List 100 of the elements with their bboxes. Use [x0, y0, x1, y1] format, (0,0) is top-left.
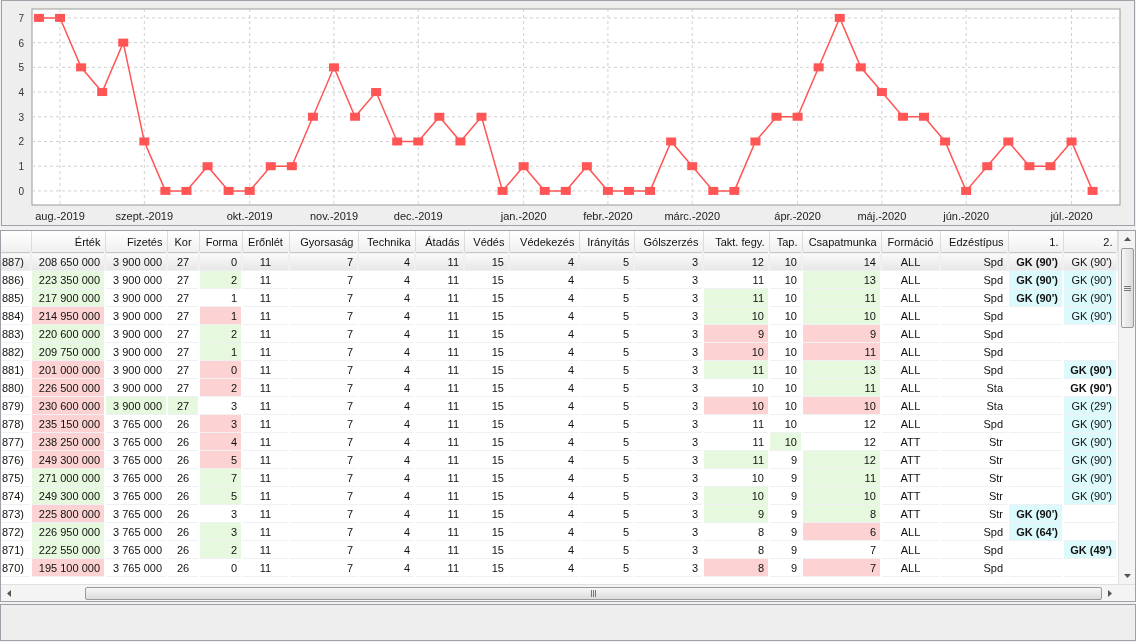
table-cell: 4: [509, 378, 579, 397]
table-cell: 5: [579, 522, 634, 541]
data-point: [329, 63, 339, 72]
table-row[interactable]: 877) 238 250 000 3 765 000 26 4 11 7 4 11 15 4 5 3 11 10 12 ATT Str GK (90'): [1, 432, 1117, 451]
column-header[interactable]: Forma: [199, 231, 242, 253]
table-row[interactable]: 879) 230 600 000 3 900 000 27 3 11 7 4 11 15 4 5 3 10 10 10 ALL Sta GK (29'): [1, 396, 1117, 415]
vertical-scrollbar[interactable]: [1118, 231, 1135, 584]
table-row[interactable]: 880) 226 500 000 3 900 000 27 2 11 7 4 11 15 4 5 3 10 10 11 ALL Sta GK (90'): [1, 378, 1117, 397]
table-cell: 8: [703, 522, 769, 541]
column-header[interactable]: Technika: [358, 231, 415, 253]
column-header[interactable]: [1, 231, 31, 253]
column-header[interactable]: Érték: [31, 231, 105, 253]
table-cell: 7: [289, 270, 358, 289]
table-cell: 7: [289, 414, 358, 433]
table-cell: 0: [199, 558, 242, 577]
table-cell: 4: [509, 468, 579, 487]
column-header[interactable]: 1.: [1008, 231, 1063, 253]
column-header[interactable]: Irányítás: [579, 231, 634, 253]
table-cell: 11: [415, 504, 464, 523]
scroll-thumb[interactable]: [1120, 248, 1134, 328]
table-row[interactable]: 871) 222 550 000 3 765 000 26 2 11 7 4 11 15 4 5 3 8 9 7 ALL Spd GK (49'): [1, 540, 1117, 559]
table-cell: ALL: [881, 270, 940, 289]
table-cell: 3 765 000: [105, 522, 167, 541]
table-cell: 9: [769, 540, 802, 559]
table-cell: 4: [358, 396, 415, 415]
table-row[interactable]: 873) 225 800 000 3 765 000 26 3 11 7 4 11 15 4 5 3 9 9 8 ATT Str GK (90'): [1, 504, 1117, 523]
table-cell: 15: [464, 540, 509, 559]
table-cell: 3 765 000: [105, 540, 167, 559]
column-header[interactable]: Tap.: [769, 231, 802, 253]
table-cell: 11: [242, 324, 289, 343]
table-cell: 3: [634, 378, 703, 397]
table-cell: 11: [415, 540, 464, 559]
scroll-thumb[interactable]: [85, 586, 1102, 600]
horizontal-scrollbar[interactable]: [1, 584, 1135, 601]
data-point: [792, 112, 803, 121]
data-point: [708, 186, 719, 195]
table-row[interactable]: 883) 220 600 000 3 900 000 27 2 11 7 4 11 15 4 5 3 9 10 9 ALL Spd: [1, 324, 1117, 343]
data-point: [244, 186, 255, 195]
axis-label: nov.-2019: [309, 210, 359, 222]
table-cell: 3 900 000: [105, 306, 167, 325]
table-cell: 5: [579, 270, 634, 289]
table-cell: 11: [415, 288, 464, 307]
column-header[interactable]: Fizetés: [105, 231, 167, 253]
table-cell: 5: [579, 288, 634, 307]
column-header[interactable]: Csapatmunka: [802, 231, 881, 253]
column-header[interactable]: Védekezés: [509, 231, 579, 253]
table-row[interactable]: 884) 214 950 000 3 900 000 27 1 11 7 4 11 15 4 5 3 10 10 10 ALL Spd GK (90'): [1, 306, 1117, 325]
table-cell: ALL: [881, 342, 940, 361]
table-cell: 7: [289, 432, 358, 451]
table-cell: 11: [415, 378, 464, 397]
table-cell: 15: [464, 468, 509, 487]
table-cell: ALL: [881, 558, 940, 577]
table-row[interactable]: 882) 209 750 000 3 900 000 27 1 11 7 4 11 15 4 5 3 10 10 11 ALL Spd: [1, 342, 1117, 361]
table-cell: 15: [464, 504, 509, 523]
table-cell: 5: [579, 504, 634, 523]
table-cell: Str: [940, 486, 1008, 505]
table-row[interactable]: 875) 271 000 000 3 765 000 26 7 11 7 4 11 15 4 5 3 10 9 11 ATT Str GK (90'): [1, 468, 1117, 487]
table-cell: 4: [509, 486, 579, 505]
data-point: [813, 63, 824, 72]
table-cell: 4: [509, 270, 579, 289]
table-cell: 4: [358, 522, 415, 541]
table-cell: ATT: [881, 468, 940, 487]
table-cell: 15: [464, 432, 509, 451]
table-row[interactable]: 886) 223 350 000 3 900 000 27 2 11 7 4 11 15 4 5 3 11 10 13 ALL Spd GK (90') GK (90'): [1, 270, 1117, 289]
column-header[interactable]: Kor: [167, 231, 199, 253]
column-header[interactable]: Takt. fegy.: [703, 231, 769, 253]
table-row[interactable]: 885) 217 900 000 3 900 000 27 1 11 7 4 11 15 4 5 3 11 10 11 ALL Spd GK (90') GK (90'): [1, 288, 1117, 307]
table-cell: [1008, 378, 1063, 397]
column-header[interactable]: 2.: [1063, 231, 1117, 253]
table-cell: 4: [509, 432, 579, 451]
table-cell: 27: [167, 288, 199, 307]
table-row[interactable]: 872) 226 950 000 3 765 000 26 3 11 7 4 11 15 4 5 3 8 9 6 ALL Spd GK (64'): [1, 522, 1117, 541]
column-header[interactable]: Gyorsaság: [289, 231, 358, 253]
table-cell: 4: [358, 450, 415, 469]
column-header[interactable]: Edzéstípus: [940, 231, 1008, 253]
axis-label: márc.-2020: [664, 210, 721, 222]
column-header[interactable]: Védés: [464, 231, 509, 253]
data-point: [750, 137, 761, 146]
table-row[interactable]: 887) 208 650 000 3 900 000 27 0 11 7 4 11 15 4 5 3 12 10 14 ALL Spd GK (90') GK (90'): [1, 252, 1117, 271]
axis-label: 4: [18, 87, 24, 99]
table-row[interactable]: 874) 249 300 000 3 765 000 26 5 11 7 4 11 15 4 5 3 10 9 10 ATT Str GK (90'): [1, 486, 1117, 505]
table-cell: 4: [358, 432, 415, 451]
table-cell: Spd: [940, 324, 1008, 343]
column-header[interactable]: Formáció: [881, 231, 940, 253]
data-point: [497, 186, 508, 195]
data-point: [560, 186, 571, 195]
data-point: [855, 63, 866, 72]
column-header[interactable]: Erőnlét: [242, 231, 289, 253]
table-cell: 3 765 000: [105, 468, 167, 487]
table-cell: 11: [415, 414, 464, 433]
table-row[interactable]: 878) 235 150 000 3 765 000 26 3 11 7 4 11 15 4 5 3 11 10 12 ALL Spd GK (90'): [1, 414, 1117, 433]
data-point: [118, 38, 129, 47]
table-row[interactable]: 881) 201 000 000 3 900 000 27 0 11 7 4 11 15 4 5 3 11 10 13 ALL Spd GK (90'): [1, 360, 1117, 379]
table-cell: 4: [509, 306, 579, 325]
column-header[interactable]: Gólszerzés: [634, 231, 703, 253]
table-row[interactable]: 870) 195 100 000 3 765 000 26 0 11 7 4 11 15 4 5 3 8 9 7 ALL Spd: [1, 558, 1117, 577]
table-cell: 4: [358, 414, 415, 433]
data-point: [350, 112, 361, 121]
table-row[interactable]: 876) 249 300 000 3 765 000 26 5 11 7 4 11 15 4 5 3 11 9 12 ATT Str GK (90'): [1, 450, 1117, 469]
column-header[interactable]: Átadás: [415, 231, 464, 253]
